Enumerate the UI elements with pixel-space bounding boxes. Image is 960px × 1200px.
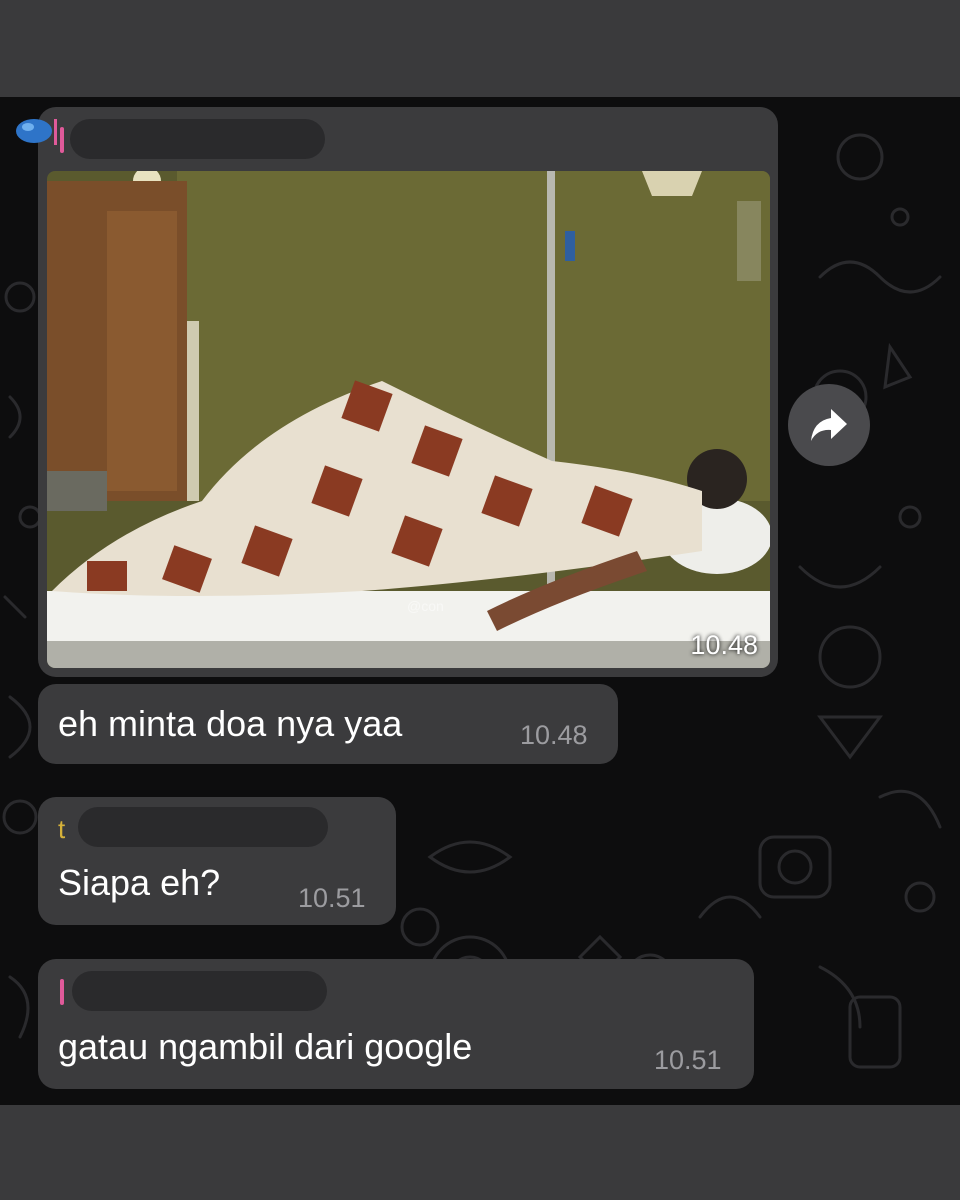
sender-avatar-sticker	[16, 119, 57, 145]
sender-color-marker	[60, 979, 64, 1005]
message-time: 10.48	[520, 720, 588, 750]
sender-name-redacted	[78, 807, 328, 847]
chat-view[interactable]: @con 10.48 eh minta doa nya yaa 10.48 t …	[0, 97, 960, 1105]
sender-color-marker	[60, 127, 64, 153]
photo-attachment[interactable]: @con 10.48	[47, 171, 770, 668]
message-text: gatau ngambil dari google	[58, 1026, 473, 1067]
svg-text:@con: @con	[407, 598, 444, 614]
sender-initial: t	[58, 814, 66, 844]
text-message-bubble[interactable]: t Siapa eh? 10.51	[38, 797, 396, 925]
message-time: 10.51	[654, 1045, 722, 1075]
sender-name-redacted	[70, 119, 325, 159]
text-message-bubble[interactable]: eh minta doa nya yaa 10.48	[38, 684, 618, 764]
message-text: Siapa eh?	[58, 862, 221, 903]
forward-arrow-icon	[811, 409, 847, 441]
text-message-bubble[interactable]: gatau ngambil dari google 10.51	[38, 959, 754, 1089]
message-time: 10.51	[298, 883, 366, 913]
image-message-bubble[interactable]: @con 10.48	[38, 107, 778, 677]
message-time: 10.48	[690, 630, 758, 660]
sender-name-redacted	[72, 971, 327, 1011]
message-text: eh minta doa nya yaa	[58, 703, 403, 744]
forward-button[interactable]	[788, 384, 870, 466]
hospital-photo: @con	[47, 171, 770, 668]
